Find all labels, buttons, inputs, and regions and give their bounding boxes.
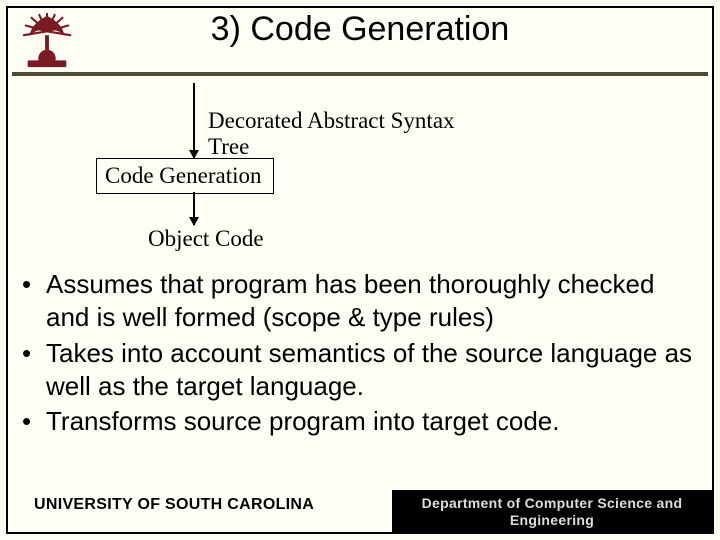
list-item: • Transforms source program into target …	[18, 405, 702, 438]
list-item: • Takes into account semantics of the so…	[18, 337, 702, 404]
bullet-dot-icon: •	[18, 337, 46, 404]
footer-university: UNIVERSITY OF SOUTH CAROLINA	[34, 496, 314, 514]
list-item: • Assumes that program has been thorough…	[18, 268, 702, 335]
flow-output-label: Object Code	[148, 226, 264, 252]
bullet-dot-icon: •	[18, 268, 46, 335]
bullet-dot-icon: •	[18, 405, 46, 438]
footer-department: Department of Computer Science and Engin…	[392, 490, 712, 534]
bullet-text: Takes into account semantics of the sour…	[46, 337, 702, 404]
bullet-list: • Assumes that program has been thorough…	[18, 268, 702, 440]
arrow-down-icon	[193, 83, 195, 158]
arrow-down-icon	[193, 192, 195, 225]
slide-title: 3) Code Generation	[0, 10, 720, 49]
title-divider	[12, 72, 708, 76]
bullet-text: Assumes that program has been thoroughly…	[46, 268, 702, 335]
flow-input-label: Decorated Abstract Syntax Tree	[208, 108, 478, 160]
bullet-text: Transforms source program into target co…	[46, 405, 702, 438]
flow-process-box: Code Generation	[96, 158, 274, 194]
